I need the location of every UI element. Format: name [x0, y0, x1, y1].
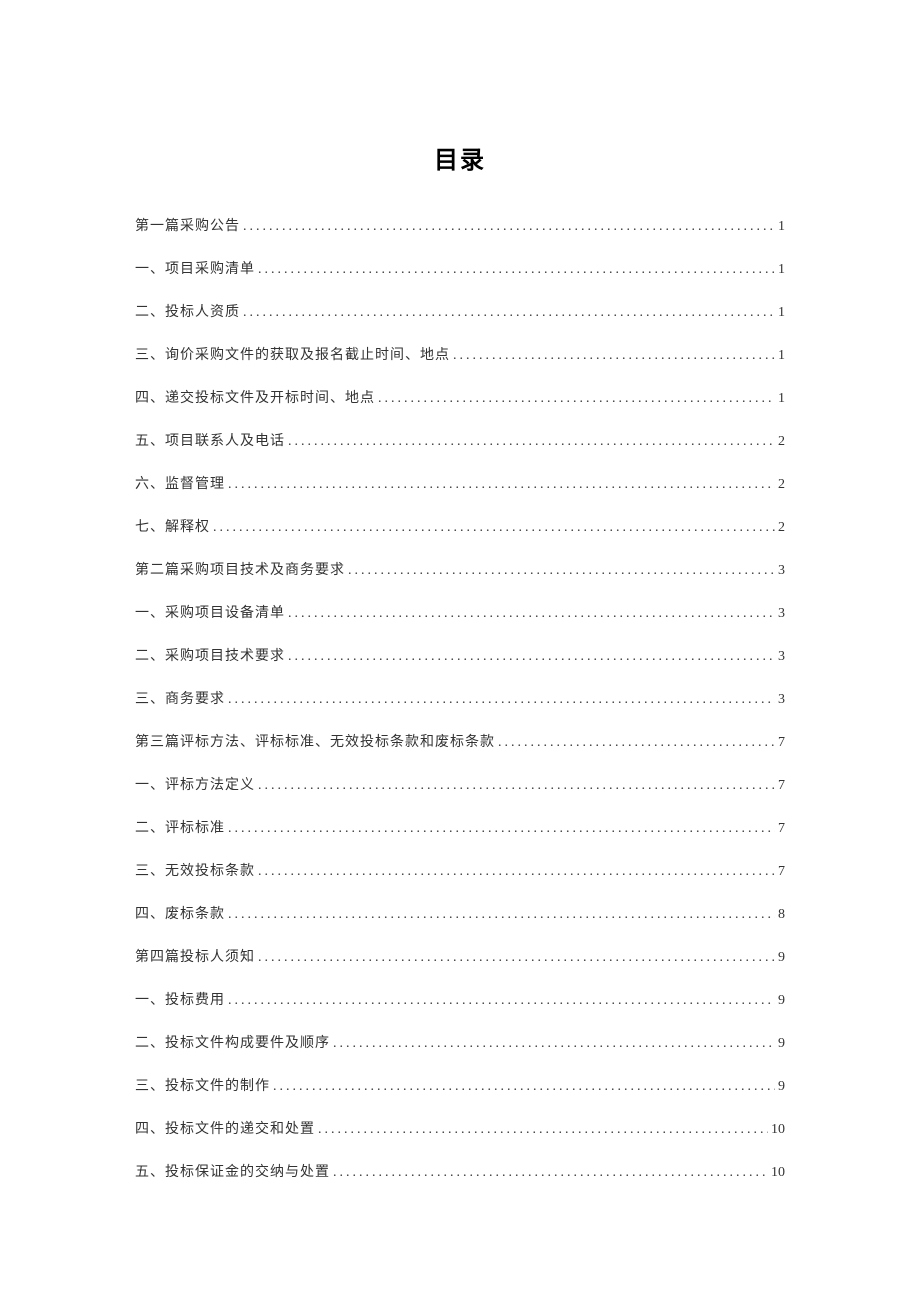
toc-entry: 三、商务要求..................................…: [135, 688, 785, 708]
toc-entry-label: 二、投标文件构成要件及顺序: [135, 1032, 330, 1052]
toc-entry: 一、采购项目设备清单..............................…: [135, 602, 785, 622]
toc-dots: ........................................…: [228, 993, 775, 1009]
toc-dots: ........................................…: [258, 950, 775, 966]
toc-list: 第一篇采购公告.................................…: [135, 215, 785, 1181]
toc-entry-page: 1: [778, 262, 785, 278]
toc-dots: ........................................…: [243, 305, 775, 321]
toc-dots: ........................................…: [378, 391, 775, 407]
toc-entry-page: 7: [778, 864, 785, 880]
toc-dots: ........................................…: [318, 1122, 768, 1138]
toc-entry-label: 一、投标费用: [135, 989, 225, 1009]
toc-entry-page: 9: [778, 1079, 785, 1095]
toc-entry-label: 一、评标方法定义: [135, 774, 255, 794]
toc-title: 目录: [135, 140, 785, 175]
toc-entry: 二、投标人资质.................................…: [135, 301, 785, 321]
toc-entry-page: 1: [778, 348, 785, 364]
toc-entry-page: 1: [778, 305, 785, 321]
toc-entry-page: 1: [778, 219, 785, 235]
toc-entry-page: 9: [778, 950, 785, 966]
toc-dots: ........................................…: [333, 1165, 768, 1181]
toc-entry-label: 三、投标文件的制作: [135, 1075, 270, 1095]
toc-entry-label: 三、商务要求: [135, 688, 225, 708]
toc-entry-page: 3: [778, 563, 785, 579]
toc-entry-label: 一、采购项目设备清单: [135, 602, 285, 622]
toc-entry-page: 7: [778, 778, 785, 794]
toc-dots: ........................................…: [498, 735, 775, 751]
toc-dots: ........................................…: [288, 606, 775, 622]
toc-dots: ........................................…: [288, 649, 775, 665]
toc-dots: ........................................…: [213, 520, 775, 536]
page-container: 目录 第一篇采购公告..............................…: [0, 0, 920, 1181]
toc-entry: 四、废标条款..................................…: [135, 903, 785, 923]
toc-entry-page: 10: [771, 1165, 785, 1181]
toc-entry-page: 3: [778, 692, 785, 708]
toc-entry: 三、投标文件的制作...............................…: [135, 1075, 785, 1095]
toc-entry-page: 9: [778, 993, 785, 1009]
toc-entry-label: 二、评标标准: [135, 817, 225, 837]
toc-entry: 二、投标文件构成要件及顺序...........................…: [135, 1032, 785, 1052]
toc-entry-page: 9: [778, 1036, 785, 1052]
toc-entry-label: 二、采购项目技术要求: [135, 645, 285, 665]
toc-dots: ........................................…: [273, 1079, 775, 1095]
toc-entry-label: 三、无效投标条款: [135, 860, 255, 880]
toc-dots: ........................................…: [348, 563, 775, 579]
toc-entry-label: 三、询价采购文件的获取及报名截止时间、地点: [135, 344, 450, 364]
toc-entry-page: 3: [778, 606, 785, 622]
toc-entry-page: 2: [778, 434, 785, 450]
toc-entry-label: 六、监督管理: [135, 473, 225, 493]
toc-entry-label: 第二篇采购项目技术及商务要求: [135, 559, 345, 579]
toc-entry: 二、评标标准..................................…: [135, 817, 785, 837]
toc-dots: ........................................…: [228, 477, 775, 493]
toc-entry: 二、采购项目技术要求..............................…: [135, 645, 785, 665]
toc-entry: 一、投标费用..................................…: [135, 989, 785, 1009]
toc-entry-label: 四、递交投标文件及开标时间、地点: [135, 387, 375, 407]
toc-entry: 七、解释权...................................…: [135, 516, 785, 536]
toc-entry-label: 七、解释权: [135, 516, 210, 536]
toc-entry-label: 一、项目采购清单: [135, 258, 255, 278]
toc-dots: ........................................…: [228, 821, 775, 837]
toc-dots: ........................................…: [258, 262, 775, 278]
toc-entry: 一、项目采购清单................................…: [135, 258, 785, 278]
toc-entry-page: 7: [778, 735, 785, 751]
toc-entry: 五、项目联系人及电话..............................…: [135, 430, 785, 450]
toc-entry: 三、无效投标条款................................…: [135, 860, 785, 880]
toc-entry-page: 2: [778, 477, 785, 493]
toc-dots: ........................................…: [333, 1036, 775, 1052]
toc-entry: 三、询价采购文件的获取及报名截止时间、地点...................…: [135, 344, 785, 364]
toc-entry: 四、投标文件的递交和处置............................…: [135, 1118, 785, 1138]
toc-entry: 六、监督管理..................................…: [135, 473, 785, 493]
toc-entry: 一、评标方法定义................................…: [135, 774, 785, 794]
toc-entry: 第二篇采购项目技术及商务要求..........................…: [135, 559, 785, 579]
toc-entry-label: 四、废标条款: [135, 903, 225, 923]
toc-entry-page: 3: [778, 649, 785, 665]
toc-entry-page: 1: [778, 391, 785, 407]
toc-entry-page: 10: [771, 1122, 785, 1138]
toc-dots: ........................................…: [453, 348, 775, 364]
toc-entry-label: 第一篇采购公告: [135, 215, 240, 235]
toc-entry-label: 五、投标保证金的交纳与处置: [135, 1161, 330, 1181]
toc-entry: 五、投标保证金的交纳与处置...........................…: [135, 1161, 785, 1181]
toc-entry-label: 第四篇投标人须知: [135, 946, 255, 966]
toc-dots: ........................................…: [228, 692, 775, 708]
toc-entry-page: 2: [778, 520, 785, 536]
toc-dots: ........................................…: [243, 219, 775, 235]
toc-entry-label: 二、投标人资质: [135, 301, 240, 321]
toc-entry: 第四篇投标人须知................................…: [135, 946, 785, 966]
toc-entry-page: 7: [778, 821, 785, 837]
toc-entry-label: 四、投标文件的递交和处置: [135, 1118, 315, 1138]
toc-entry: 四、递交投标文件及开标时间、地点........................…: [135, 387, 785, 407]
toc-dots: ........................................…: [258, 778, 775, 794]
toc-entry-label: 第三篇评标方法、评标标准、无效投标条款和废标条款: [135, 731, 495, 751]
toc-entry-label: 五、项目联系人及电话: [135, 430, 285, 450]
toc-dots: ........................................…: [258, 864, 775, 880]
toc-dots: ........................................…: [228, 907, 775, 923]
toc-dots: ........................................…: [288, 434, 775, 450]
toc-entry: 第一篇采购公告.................................…: [135, 215, 785, 235]
toc-entry-page: 8: [778, 907, 785, 923]
toc-entry: 第三篇评标方法、评标标准、无效投标条款和废标条款................…: [135, 731, 785, 751]
